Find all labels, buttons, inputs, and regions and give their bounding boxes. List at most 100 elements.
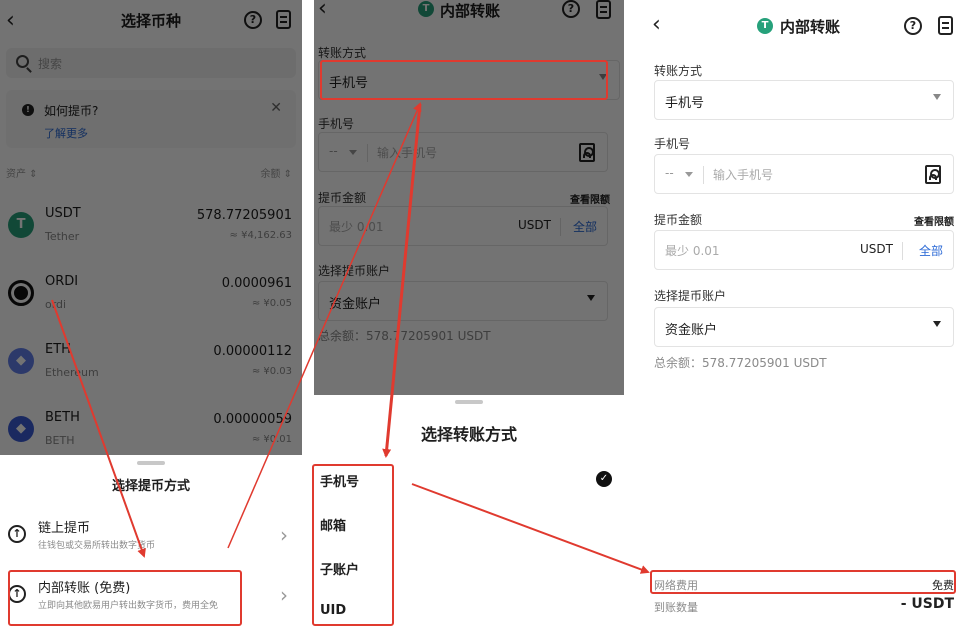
coin-amount: 0.00000112 (213, 344, 292, 359)
method-internal-transfer[interactable]: ↑ 内部转账 (免费) 立即向其他欧易用户转出数字货币，费用全免 › (0, 573, 302, 627)
records-icon[interactable] (938, 16, 953, 35)
contacts-icon[interactable] (579, 143, 595, 162)
contacts-icon[interactable] (925, 165, 941, 184)
account-select[interactable]: 资金账户 (318, 281, 608, 321)
transfer-method-screen: ‹ T 内部转账 ? 转账方式 手机号 手机号 -- 输入手机号 提币金额 查看… (314, 0, 624, 642)
coin-name: BETH (45, 434, 75, 447)
option-uid[interactable]: UID (320, 603, 346, 618)
sheet-handle[interactable] (455, 400, 483, 404)
coin-row-eth[interactable]: ◆ ETH Ethereum 0.00000112 ≈ ¥0.03 (0, 336, 302, 396)
phone-input[interactable]: 输入手机号 (713, 166, 773, 183)
back-icon[interactable]: ‹ (652, 12, 661, 37)
account-value: 资金账户 (329, 297, 382, 312)
search-icon (16, 55, 29, 68)
fee-value: 免费 (932, 579, 954, 592)
coin-symbol: ETH (45, 342, 71, 357)
records-icon[interactable] (276, 10, 291, 29)
amount-input-group: 最少 0.01 USDT 全部 (654, 230, 954, 270)
coin-fiat: ≈ ¥0.03 (251, 366, 292, 377)
search-input[interactable]: 搜索 (6, 48, 296, 78)
withdraw-method-sheet: 选择提币方式 ↑ 链上提币 往钱包或交易所转出数字货币 › ↑ 内部转账 (免费… (0, 455, 302, 642)
asset-sort-header[interactable]: 资产 ⇕ (6, 169, 38, 180)
view-limits-link[interactable]: 查看限额 (570, 191, 610, 206)
method-onchain[interactable]: ↑ 链上提币 往钱包或交易所转出数字货币 › (0, 513, 302, 567)
phone-label: 手机号 (318, 117, 355, 131)
view-limits-link[interactable]: 查看限额 (914, 213, 954, 228)
back-icon[interactable]: ‹ (318, 0, 327, 21)
info-icon: ! (22, 104, 34, 116)
search-placeholder: 搜索 (38, 57, 63, 71)
help-icon[interactable]: ? (904, 17, 922, 35)
receive-amount-row: 到账数量 - USDT (654, 596, 954, 615)
chevron-right-icon: › (280, 583, 288, 607)
tether-icon: T (757, 18, 773, 34)
coin-row-ordi[interactable]: ORDI ordi 0.0000961 ≈ ¥0.05 (0, 268, 302, 328)
coin-amount: 0.0000961 (221, 276, 292, 291)
sheet-title: 选择转账方式 (420, 425, 517, 444)
method-select[interactable]: 手机号 (318, 60, 620, 100)
records-icon[interactable] (596, 0, 611, 19)
check-icon: ✓ (596, 471, 612, 487)
fee-label: 网络费用 (654, 579, 698, 592)
help-icon[interactable]: ? (244, 11, 262, 29)
country-code-select[interactable]: -- (665, 166, 674, 180)
tether-icon: T (418, 1, 434, 17)
page-title: 内部转账 (780, 18, 841, 36)
divider (367, 144, 368, 162)
coin-symbol: USDT (45, 206, 81, 221)
coin-name: Tether (45, 230, 80, 243)
amount-input[interactable]: 最少 0.01 (329, 218, 384, 235)
phone-input[interactable]: 输入手机号 (377, 144, 437, 161)
method-value: 手机号 (329, 76, 369, 91)
learn-more-link[interactable]: 了解更多 (44, 125, 88, 141)
divider (703, 166, 704, 184)
method-select[interactable]: 手机号 (654, 80, 954, 120)
coin-row-usdt[interactable]: T USDT Tether 578.77205901 ≈ ¥4,162.63 (0, 200, 302, 260)
coin-amount: 0.00000059 (213, 412, 292, 427)
transfer-method-sheet: 选择转账方式 手机号 ✓ 邮箱 子账户 UID (314, 395, 624, 642)
help-icon[interactable]: ? (562, 0, 580, 18)
unit-label: USDT (518, 218, 551, 232)
method-desc: 往钱包或交易所转出数字货币 (38, 541, 156, 551)
chevron-down-icon (587, 295, 595, 301)
account-select[interactable]: 资金账户 (654, 307, 954, 347)
method-title: 内部转账 (免费) (38, 581, 131, 596)
method-label: 转账方式 (318, 46, 367, 60)
sheet-handle[interactable] (137, 461, 165, 465)
receive-value: - USDT (900, 596, 954, 612)
option-phone[interactable]: 手机号 (320, 471, 359, 490)
divider (560, 218, 561, 236)
total-balance: 总余额：578.77205901 USDT (654, 356, 827, 370)
divider (902, 242, 903, 260)
page-title: 内部转账 (440, 2, 501, 20)
method-label: 转账方式 (654, 64, 703, 78)
receive-label: 到账数量 (654, 601, 698, 614)
amount-input[interactable]: 最少 0.01 (665, 242, 720, 259)
currency-select-screen: ‹ 选择币种 ? 搜索 ! 如何提币? 了解更多 ✕ 资产 ⇕ 余额 ⇕ T U… (0, 0, 302, 642)
all-button[interactable]: 全部 (573, 218, 597, 235)
chevron-right-icon: › (280, 523, 288, 547)
option-subaccount[interactable]: 子账户 (320, 559, 359, 578)
account-label: 选择提币账户 (654, 289, 727, 303)
option-email[interactable]: 邮箱 (320, 515, 346, 534)
coin-fiat: ≈ ¥0.05 (251, 298, 292, 309)
amount-label: 提币金额 (654, 213, 703, 227)
header: ‹ 选择币种 ? (0, 0, 302, 42)
country-code-select[interactable]: -- (329, 144, 338, 158)
method-title: 链上提币 (38, 521, 91, 536)
coin-amount: 578.77205901 (196, 208, 292, 223)
all-button[interactable]: 全部 (919, 242, 943, 259)
internal-transfer-screen: ‹ T 内部转账 ? 转账方式 手机号 手机号 -- 输入手机号 提币金额 查看… (640, 0, 972, 642)
close-icon[interactable]: ✕ (270, 100, 282, 116)
network-fee-row: 网络费用 免费 (654, 577, 954, 593)
ethereum-icon: ◆ (8, 348, 34, 374)
balance-sort-header[interactable]: 余额 ⇕ (260, 165, 292, 180)
upload-icon: ↑ (8, 525, 26, 543)
method-desc: 立即向其他欧易用户转出数字货币，费用全免 (38, 601, 219, 611)
chevron-down-icon (599, 74, 607, 80)
tether-icon: T (8, 212, 34, 238)
column-headers: 资产 ⇕ 余额 ⇕ (6, 165, 296, 180)
chevron-down-icon (349, 150, 357, 155)
method-value: 手机号 (665, 96, 705, 111)
withdraw-tip-banner: ! 如何提币? 了解更多 ✕ (6, 90, 296, 148)
